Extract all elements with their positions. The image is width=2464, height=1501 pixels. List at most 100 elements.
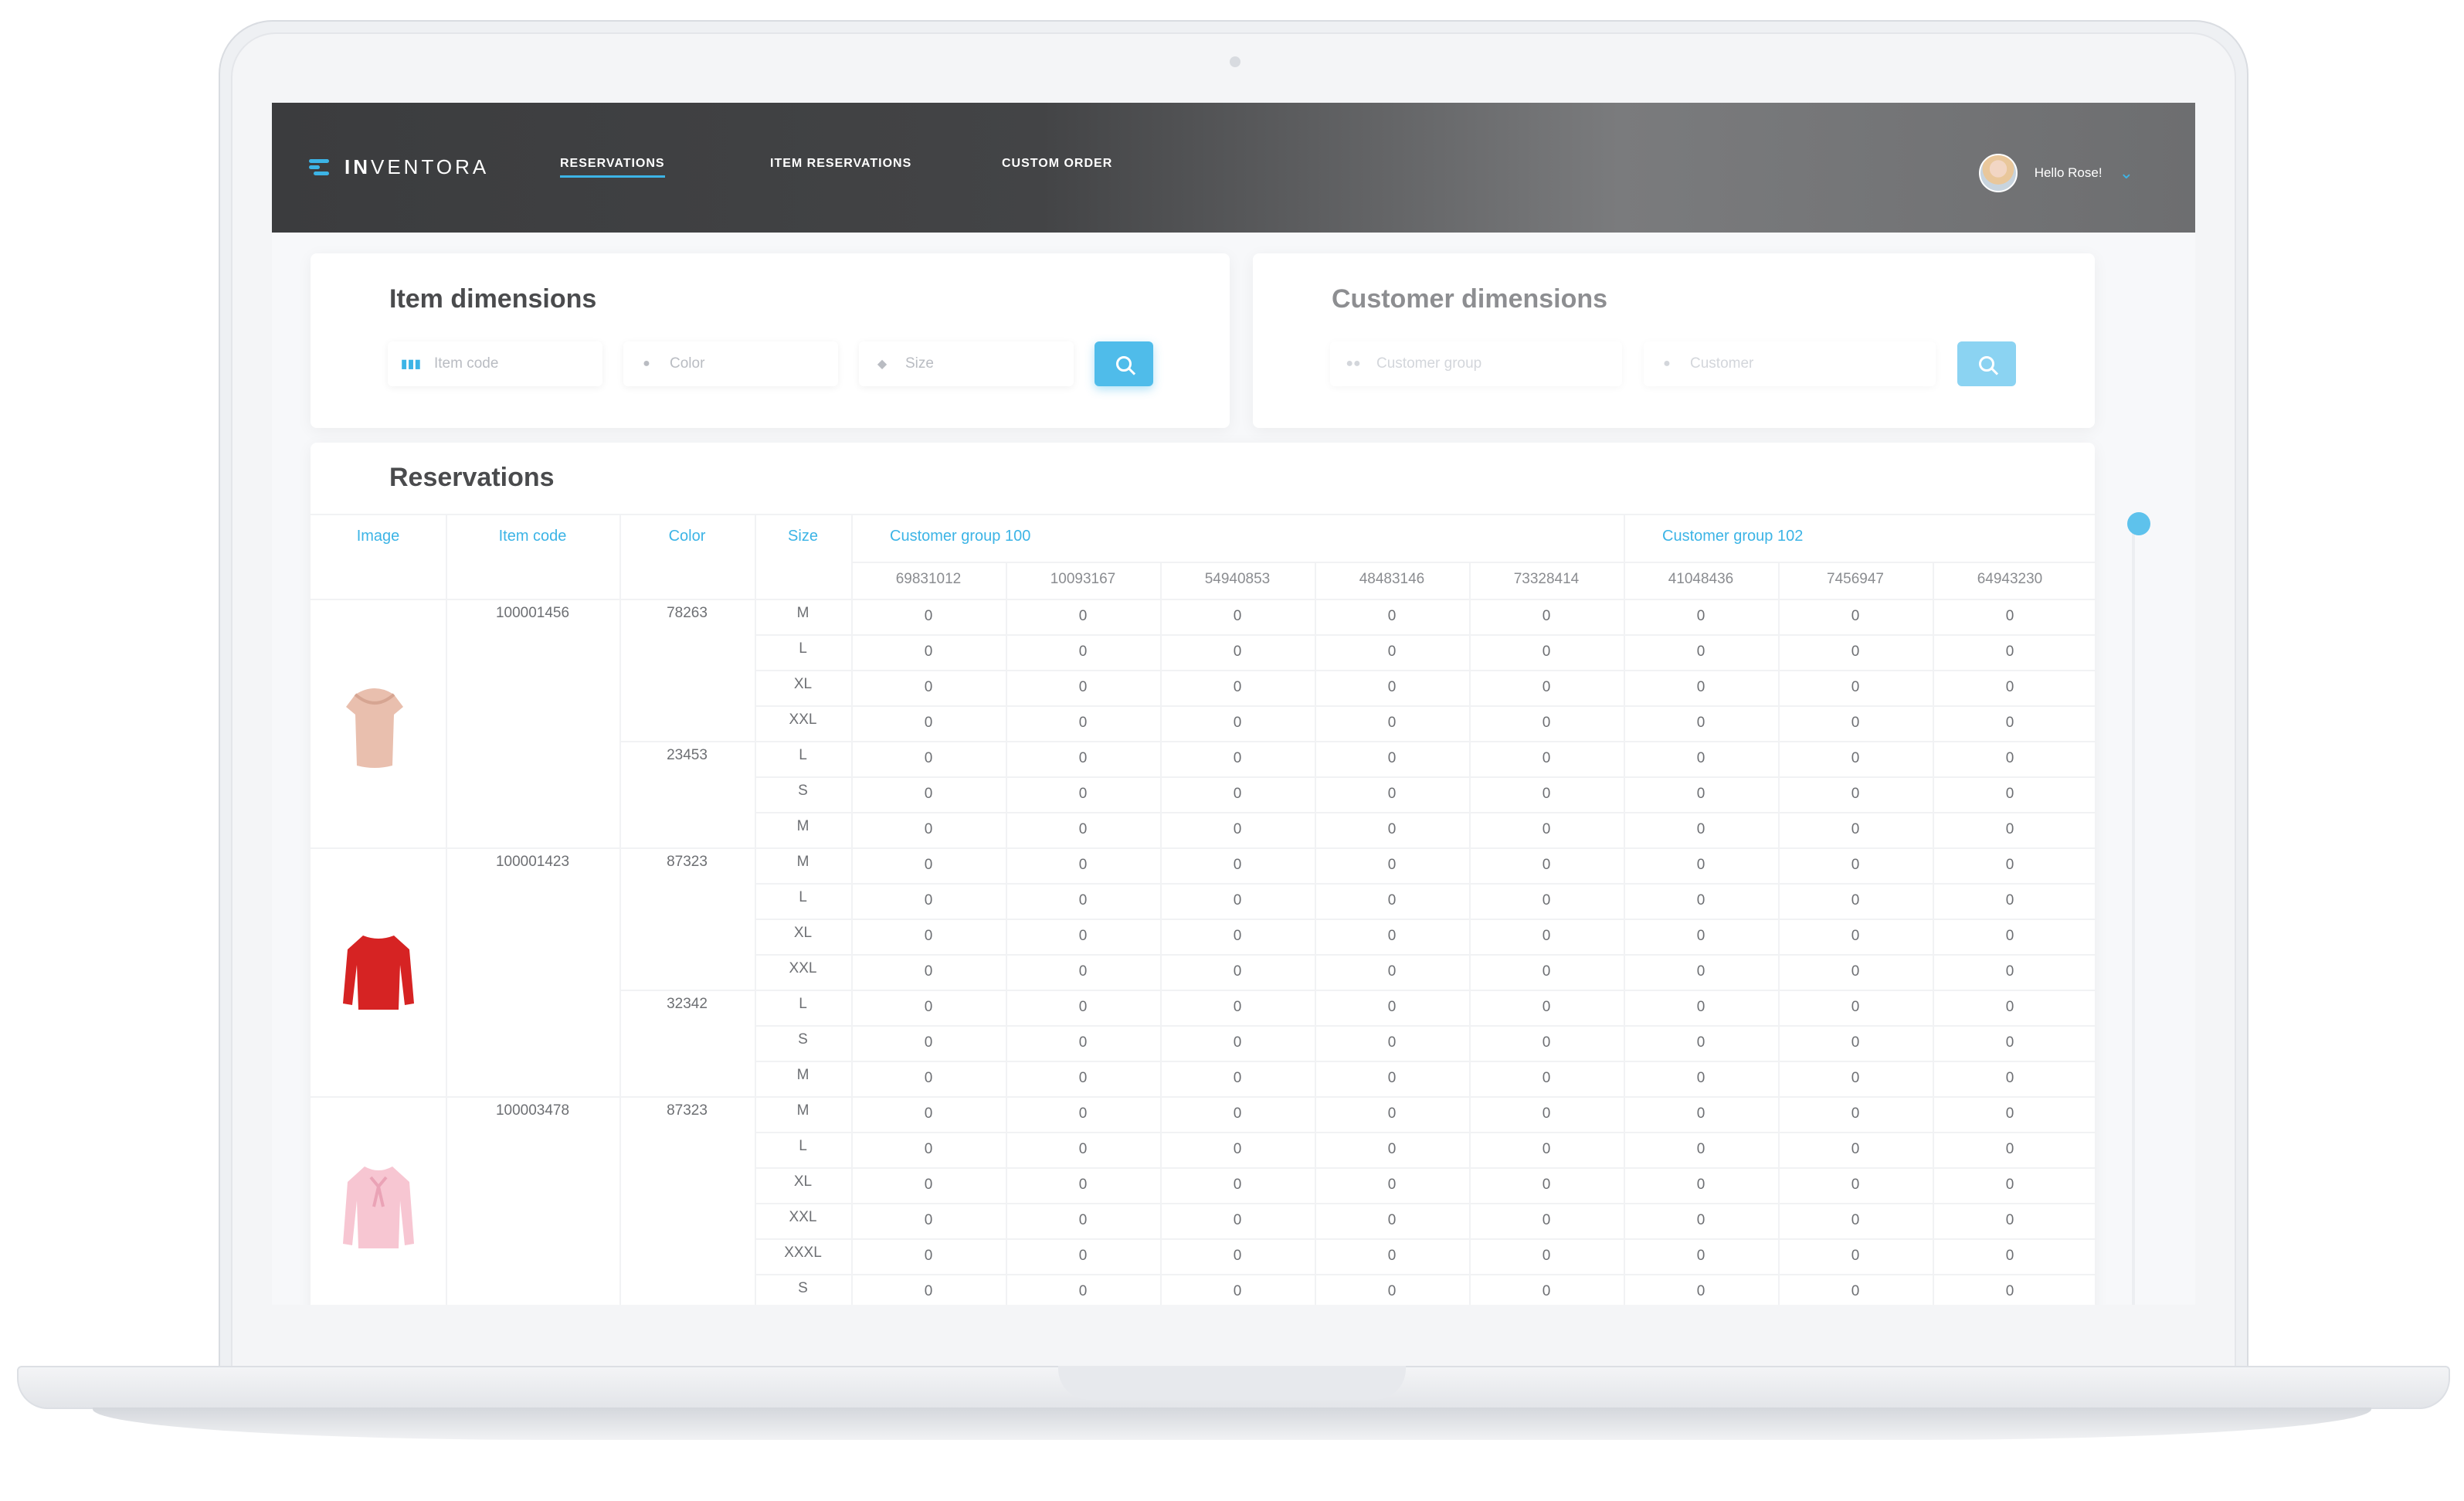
- reservation-value-cell[interactable]: 0: [1006, 1212, 1160, 1229]
- reservation-value-cell[interactable]: 0: [851, 1177, 1006, 1194]
- reservation-value-cell[interactable]: 0: [1006, 750, 1160, 767]
- reservation-value-cell[interactable]: 0: [1933, 999, 2087, 1016]
- reservation-value-cell[interactable]: 0: [1933, 1248, 2087, 1265]
- reservation-value-cell[interactable]: 0: [1315, 1070, 1469, 1087]
- reservation-value-cell[interactable]: 0: [1624, 715, 1778, 732]
- reservation-value-cell[interactable]: 0: [851, 857, 1006, 874]
- reservation-value-cell[interactable]: 0: [1778, 1070, 1933, 1087]
- customer-column-header[interactable]: 41048436: [1624, 571, 1778, 588]
- column-header[interactable]: Color: [619, 528, 755, 545]
- reservation-value-cell[interactable]: 0: [1778, 1141, 1933, 1158]
- reservation-value-cell[interactable]: 0: [1006, 1283, 1160, 1300]
- reservation-value-cell[interactable]: 0: [1315, 1105, 1469, 1122]
- reservation-value-cell[interactable]: 0: [1160, 1105, 1315, 1122]
- reservation-value-cell[interactable]: 0: [1315, 963, 1469, 980]
- reservation-value-cell[interactable]: 0: [851, 1034, 1006, 1051]
- reservation-value-cell[interactable]: 0: [851, 963, 1006, 980]
- reservation-value-cell[interactable]: 0: [1469, 1105, 1624, 1122]
- reservation-value-cell[interactable]: 0: [1160, 963, 1315, 980]
- reservation-value-cell[interactable]: 0: [1778, 644, 1933, 661]
- reservation-value-cell[interactable]: 0: [1469, 1141, 1624, 1158]
- product-image[interactable]: [340, 929, 417, 1018]
- reservation-value-cell[interactable]: 0: [1006, 1177, 1160, 1194]
- reservation-value-cell[interactable]: 0: [1315, 821, 1469, 838]
- reservation-value-cell[interactable]: 0: [1933, 1141, 2087, 1158]
- customer-column-header[interactable]: 7456947: [1778, 571, 1933, 588]
- reservation-value-cell[interactable]: 0: [1006, 999, 1160, 1016]
- reservation-value-cell[interactable]: 0: [1624, 1070, 1778, 1087]
- reservation-value-cell[interactable]: 0: [1315, 1177, 1469, 1194]
- reservation-value-cell[interactable]: 0: [1778, 857, 1933, 874]
- reservation-value-cell[interactable]: 0: [1778, 1248, 1933, 1265]
- reservation-value-cell[interactable]: 0: [1469, 750, 1624, 767]
- reservation-value-cell[interactable]: 0: [1160, 1177, 1315, 1194]
- customer-column-header[interactable]: 10093167: [1006, 571, 1160, 588]
- reservation-value-cell[interactable]: 0: [851, 786, 1006, 803]
- reservation-value-cell[interactable]: 0: [1006, 821, 1160, 838]
- reservation-value-cell[interactable]: 0: [1006, 1105, 1160, 1122]
- color-input[interactable]: ● Color: [623, 341, 838, 386]
- reservation-value-cell[interactable]: 0: [1160, 999, 1315, 1016]
- reservation-value-cell[interactable]: 0: [1160, 1248, 1315, 1265]
- reservation-value-cell[interactable]: 0: [1778, 892, 1933, 909]
- customer-column-header[interactable]: 64943230: [1933, 571, 2087, 588]
- nav-item-reservations[interactable]: ITEM RESERVATIONS: [770, 157, 911, 171]
- reservation-value-cell[interactable]: 0: [1315, 679, 1469, 696]
- reservation-value-cell[interactable]: 0: [1933, 1283, 2087, 1300]
- reservation-value-cell[interactable]: 0: [1469, 715, 1624, 732]
- reservation-value-cell[interactable]: 0: [1160, 1141, 1315, 1158]
- reservation-value-cell[interactable]: 0: [1624, 999, 1778, 1016]
- reservation-value-cell[interactable]: 0: [1624, 608, 1778, 625]
- reservation-value-cell[interactable]: 0: [1469, 1212, 1624, 1229]
- reservation-value-cell[interactable]: 0: [1160, 1283, 1315, 1300]
- reservation-value-cell[interactable]: 0: [1933, 1177, 2087, 1194]
- reservation-value-cell[interactable]: 0: [1933, 1212, 2087, 1229]
- reservation-value-cell[interactable]: 0: [1778, 963, 1933, 980]
- customer-column-header[interactable]: 54940853: [1160, 571, 1315, 588]
- reservation-value-cell[interactable]: 0: [1933, 644, 2087, 661]
- item-search-button[interactable]: [1095, 341, 1153, 386]
- reservation-value-cell[interactable]: 0: [1006, 679, 1160, 696]
- reservation-value-cell[interactable]: 0: [1315, 999, 1469, 1016]
- product-image[interactable]: [340, 1160, 417, 1257]
- reservation-value-cell[interactable]: 0: [1160, 786, 1315, 803]
- reservation-value-cell[interactable]: 0: [1778, 715, 1933, 732]
- reservation-value-cell[interactable]: 0: [1778, 1212, 1933, 1229]
- reservation-value-cell[interactable]: 0: [1315, 750, 1469, 767]
- reservation-value-cell[interactable]: 0: [1006, 857, 1160, 874]
- reservation-value-cell[interactable]: 0: [1469, 999, 1624, 1016]
- reservation-value-cell[interactable]: 0: [1006, 1141, 1160, 1158]
- reservation-value-cell[interactable]: 0: [1160, 857, 1315, 874]
- reservation-value-cell[interactable]: 0: [1160, 1212, 1315, 1229]
- reservation-value-cell[interactable]: 0: [1469, 1034, 1624, 1051]
- reservation-value-cell[interactable]: 0: [1315, 786, 1469, 803]
- reservation-value-cell[interactable]: 0: [1160, 1034, 1315, 1051]
- reservation-value-cell[interactable]: 0: [851, 1070, 1006, 1087]
- reservation-value-cell[interactable]: 0: [1469, 821, 1624, 838]
- reservation-value-cell[interactable]: 0: [1933, 679, 2087, 696]
- reservation-value-cell[interactable]: 0: [851, 928, 1006, 945]
- reservation-value-cell[interactable]: 0: [851, 1212, 1006, 1229]
- reservation-value-cell[interactable]: 0: [1160, 608, 1315, 625]
- reservation-value-cell[interactable]: 0: [1315, 715, 1469, 732]
- reservation-value-cell[interactable]: 0: [1933, 786, 2087, 803]
- reservation-value-cell[interactable]: 0: [1315, 644, 1469, 661]
- reservation-value-cell[interactable]: 0: [1006, 1034, 1160, 1051]
- reservation-value-cell[interactable]: 0: [1933, 928, 2087, 945]
- reservation-value-cell[interactable]: 0: [1624, 928, 1778, 945]
- reservation-value-cell[interactable]: 0: [1006, 644, 1160, 661]
- customer-group-header[interactable]: Customer group 100: [890, 528, 1353, 545]
- reservation-value-cell[interactable]: 0: [851, 821, 1006, 838]
- reservation-value-cell[interactable]: 0: [1778, 1105, 1933, 1122]
- reservation-value-cell[interactable]: 0: [851, 679, 1006, 696]
- reservation-value-cell[interactable]: 0: [1160, 679, 1315, 696]
- reservation-value-cell[interactable]: 0: [1933, 1105, 2087, 1122]
- reservation-value-cell[interactable]: 0: [1624, 821, 1778, 838]
- reservation-value-cell[interactable]: 0: [1315, 928, 1469, 945]
- customer-group-input[interactable]: ●● Customer group: [1330, 341, 1622, 386]
- user-menu[interactable]: Hello Rose! ⌄: [1978, 154, 2133, 192]
- customer-column-header[interactable]: 69831012: [851, 571, 1006, 588]
- customer-search-button[interactable]: [1957, 341, 2016, 386]
- reservation-value-cell[interactable]: 0: [1006, 892, 1160, 909]
- reservation-value-cell[interactable]: 0: [1469, 928, 1624, 945]
